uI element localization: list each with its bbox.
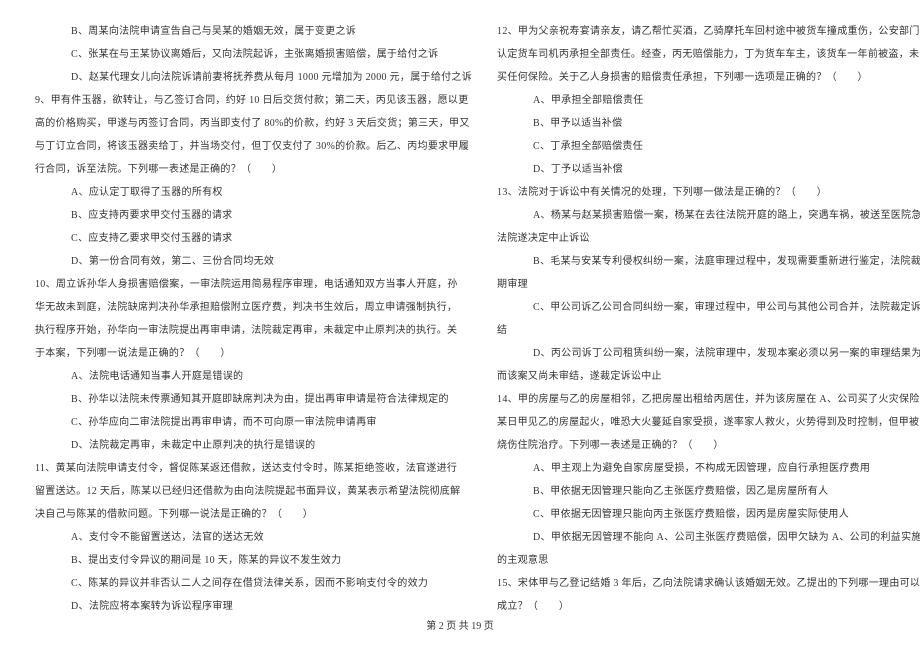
text-line: D、第一份合同有效，第二、三份合同均无效 <box>35 250 472 273</box>
page-footer: 第 2 页 共 19 页 <box>0 617 920 632</box>
text-line: C、孙华应向二审法院提出再审申请，而不可向原一审法院申请再审 <box>35 411 472 434</box>
text-line: D、丁予以适当补偿 <box>497 158 920 181</box>
text-line: B、应支持丙要求甲交付玉器的请求 <box>35 204 472 227</box>
text-line: 行合同，诉至法院。下列哪一表述是正确的？（ ） <box>35 158 472 181</box>
text-line: 法院遂决定中止诉讼 <box>497 227 920 250</box>
text-line: D、法院裁定再审，未裁定中止原判决的执行是错误的 <box>35 434 472 457</box>
text-line: 决自己与陈某的借款问题。下列哪一说法是正确的？（ ） <box>35 503 472 526</box>
text-line: 12、甲为父亲祝寿宴请亲友，请乙帮忙买酒，乙骑摩托车回村途中被货车撞成重伤，公安… <box>497 20 920 43</box>
text-line: 结 <box>497 319 920 342</box>
text-line: 成立？（ ） <box>497 595 920 618</box>
text-line: A、杨某与赵某损害赔偿一案，杨某在去往法院开庭的路上，突遇车祸，被送至医院急救， <box>497 204 920 227</box>
text-line: 买任何保险。关于乙人身损害的赔偿责任承担，下列哪一选项是正确的？（ ） <box>497 66 920 89</box>
text-line: A、法院电话通知当事人开庭是错误的 <box>35 365 472 388</box>
text-line: C、应支持乙要求甲交付玉器的请求 <box>35 227 472 250</box>
text-line: B、甲依据无因管理只能向乙主张医疗费赔偿，因乙是房屋所有人 <box>497 480 920 503</box>
text-line: C、甲依据无因管理只能向丙主张医疗费赔偿，因丙是房屋实际使用人 <box>497 503 920 526</box>
text-line: 执行程序开始，孙华向一审法院提出再审申请，法院裁定再审，未裁定中止原判决的执行。… <box>35 319 472 342</box>
text-line: 期审理 <box>497 273 920 296</box>
text-line: C、丁承担全部赔偿责任 <box>497 135 920 158</box>
text-line: D、赵某代理女儿向法院诉请前妻将抚养费从每月 1000 元增加为 2000 元，… <box>35 66 472 89</box>
text-line: 10、周立诉孙华人身损害赔偿案，一审法院运用简易程序审理，电话通知双方当事人开庭… <box>35 273 472 296</box>
left-column: B、周某向法院申请宣告自己与吴某的婚姻无效，属于变更之诉C、张某在与王某协议离婚… <box>35 20 472 615</box>
page-container: B、周某向法院申请宣告自己与吴某的婚姻无效，属于变更之诉C、张某在与王某协议离婚… <box>35 20 885 615</box>
text-line: 15、宋体甲与乙登记结婚 3 年后，乙向法院请求确认该婚姻无效。乙提出的下列哪一… <box>497 572 920 595</box>
text-line: A、甲主观上为避免自家房屋受损，不构成无因管理，应自行承担医疗费用 <box>497 457 920 480</box>
text-line: B、孙华以法院未传票通知其开庭即缺席判决为由，提出再审申请是符合法律规定的 <box>35 388 472 411</box>
text-line: 华无故未到庭，法院缺席判决孙华承担赔偿附立医疗费，判决书生效后，周立申请强制执行… <box>35 296 472 319</box>
text-line: 的主观意思 <box>497 549 920 572</box>
text-line: 而该案又尚未审结，遂裁定诉讼中止 <box>497 365 920 388</box>
text-line: 与丁订立合同，将该玉器卖给丁，并当场交付，但丁仅支付了 30%的价款。后乙、丙均… <box>35 135 472 158</box>
text-line: D、甲依据无因管理不能向 A、公司主张医疗费赔偿，因甲欠缺为 A、公司的利益实施… <box>497 526 920 549</box>
text-line: D、法院应将本案转为诉讼程序审理 <box>35 595 472 618</box>
text-line: B、毛某与安某专利侵权纠纷一案，法庭审理过程中，发现需要重新进行鉴定，法院裁定延 <box>497 250 920 273</box>
text-line: 14、甲的房屋与乙的房屋相邻，乙把房屋出租给丙居住，并为该房屋在 A、公司买了火… <box>497 388 920 411</box>
text-line: B、周某向法院申请宣告自己与吴某的婚姻无效，属于变更之诉 <box>35 20 472 43</box>
text-line: 13、法院对于诉讼中有关情况的处理，下列哪一做法是正确的？（ ） <box>497 181 920 204</box>
right-column: 12、甲为父亲祝寿宴请亲友，请乙帮忙买酒，乙骑摩托车回村途中被货车撞成重伤，公安… <box>497 20 920 615</box>
text-line: C、陈某的异议并非否认二人之间存在借贷法律关系，因而不影响支付令的效力 <box>35 572 472 595</box>
text-line: 烧伤住院治疗。下列哪一表述是正确的？（ ） <box>497 434 920 457</box>
text-line: 高的价格购买，甲遂与丙签订合同，丙当即支付了 80%的价款，约好 3 天后交货；… <box>35 112 472 135</box>
text-line: 11、黄某向法院申请支付令，督促陈某返还借款，送达支付令时，陈某拒绝签收，法官遂… <box>35 457 472 480</box>
text-line: B、甲予以适当补偿 <box>497 112 920 135</box>
text-line: C、张某在与王某协议离婚后，又向法院起诉，主张离婚损害赔偿，属于给付之诉 <box>35 43 472 66</box>
text-line: 9、甲有件玉器，欲转让，与乙签订合同，约好 10 日后交货付款；第二天，丙见该玉… <box>35 89 472 112</box>
text-line: 留置送达。12 天后，陈某以已经归还借款为由向法院提起书面异议，黄某表示希望法院… <box>35 480 472 503</box>
text-line: 于本案，下列哪一说法是正确的？（ ） <box>35 342 472 365</box>
text-line: 某日甲见乙的房屋起火，唯恐大火蔓延自家受损，遂率家人救火，火势得到及时控制，但甲… <box>497 411 920 434</box>
text-line: B、提出支付令异议的期间是 10 天，陈某的异议不发生效力 <box>35 549 472 572</box>
text-line: 认定货车司机丙承担全部责任。经查，丙无赔偿能力，丁为货车车主，该货车一年前被盗，… <box>497 43 920 66</box>
text-line: A、甲承担全部赔偿责任 <box>497 89 920 112</box>
text-line: C、甲公司诉乙公司合同纠纷一案，审理过程中，甲公司与其他公司合并，法院裁定诉讼终 <box>497 296 920 319</box>
text-line: A、应认定丁取得了玉器的所有权 <box>35 181 472 204</box>
text-line: D、丙公司诉丁公司租赁纠纷一案，法院审理中，发现本案必须以另一案的审理结果为依据… <box>497 342 920 365</box>
text-line: A、支付令不能留置送达，法官的送达无效 <box>35 526 472 549</box>
